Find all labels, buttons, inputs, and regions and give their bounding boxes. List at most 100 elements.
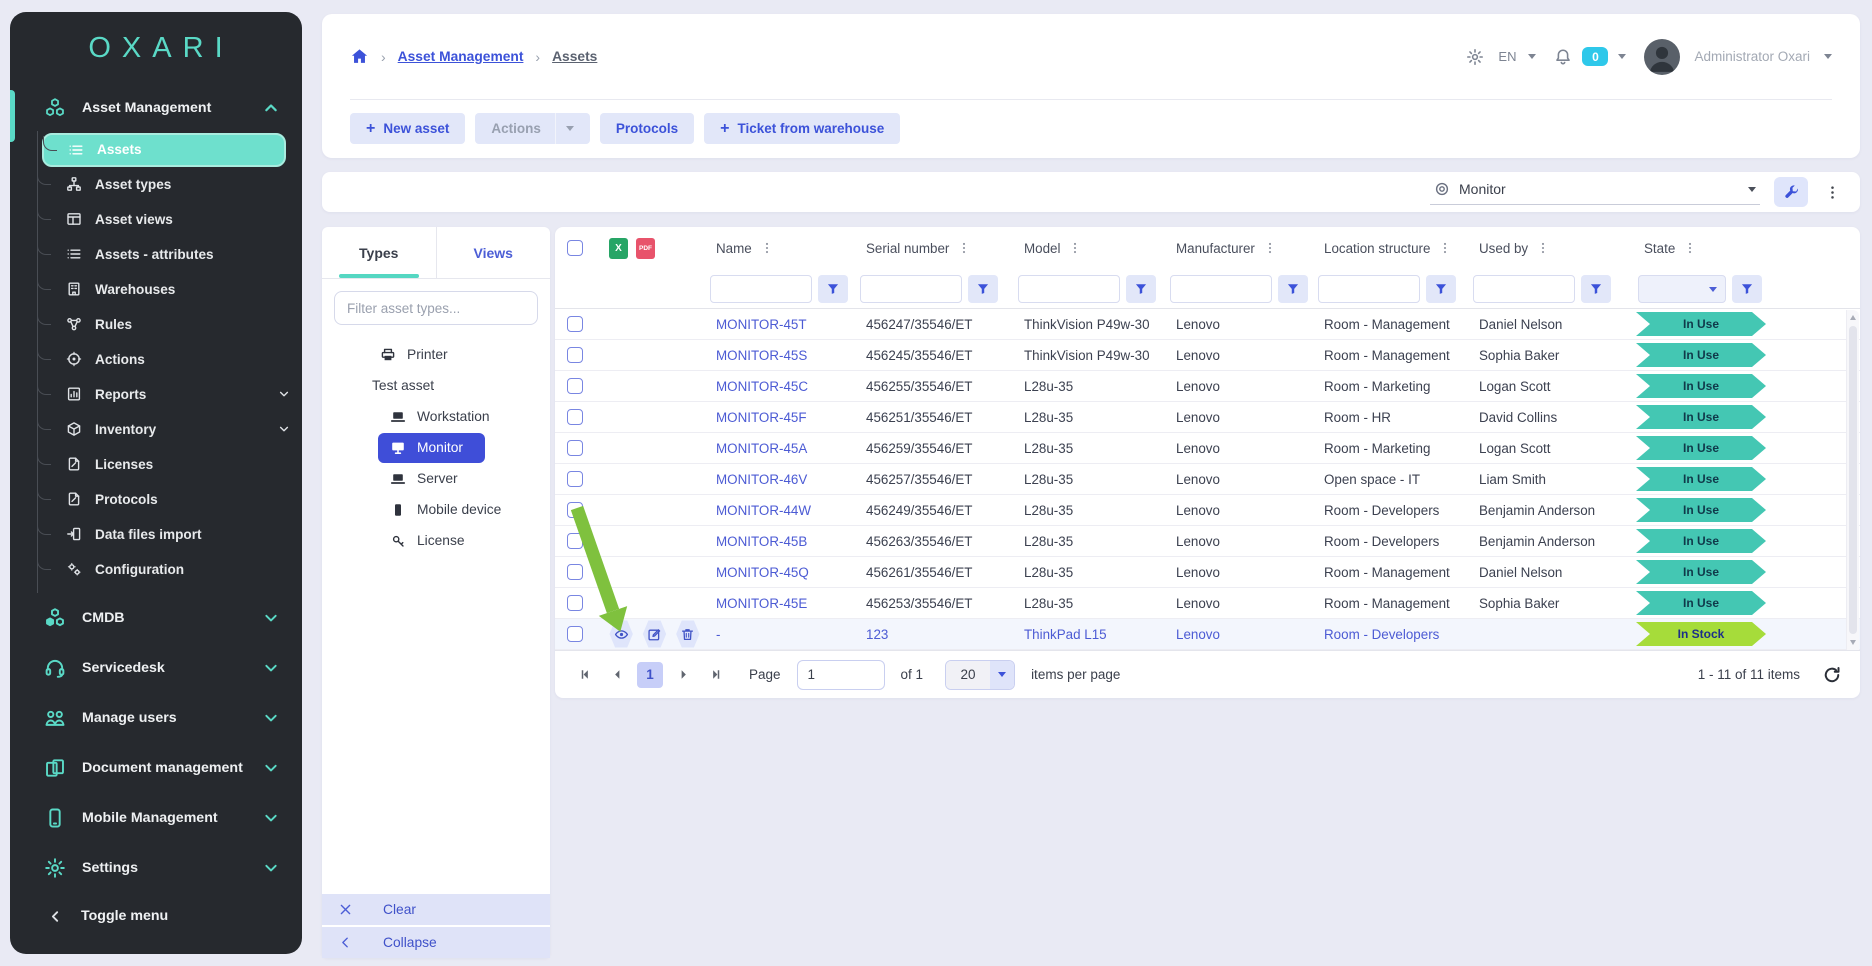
filter-funnel-button[interactable] <box>1126 275 1156 303</box>
items-per-page-select[interactable]: 20 <box>945 660 1015 690</box>
breadcrumb-assets[interactable]: Assets <box>552 49 597 64</box>
row-checkbox[interactable] <box>567 347 583 363</box>
row-checkbox[interactable] <box>567 626 583 642</box>
filter-funnel-button[interactable] <box>1426 275 1456 303</box>
table-row[interactable]: MONITOR-46V456257/35546/ETL28u-35LenovoO… <box>555 464 1860 495</box>
filter-input-manufacturer[interactable] <box>1170 275 1272 303</box>
actions-button[interactable]: Actions <box>475 113 590 144</box>
sidebar-item-reports[interactable]: Reports <box>38 377 292 412</box>
gear-icon[interactable] <box>1466 48 1484 66</box>
sidebar-item-inventory[interactable]: Inventory <box>38 412 292 447</box>
table-row[interactable]: MONITOR-45T456247/35546/ETThinkVision P4… <box>555 309 1860 340</box>
language-selector[interactable]: EN <box>1498 49 1516 64</box>
row-checkbox[interactable] <box>567 564 583 580</box>
sidebar-item-asset-types[interactable]: Asset types <box>38 167 292 202</box>
table-row[interactable]: MONITOR-45A456259/35546/ETL28u-35LenovoR… <box>555 433 1860 464</box>
sidebar-item-asset-views[interactable]: Asset views <box>38 202 292 237</box>
current-page-button[interactable]: 1 <box>637 662 663 688</box>
sidebar-item-warehouses[interactable]: Warehouses <box>38 272 292 307</box>
sidebar-item-configuration[interactable]: Configuration <box>38 552 292 587</box>
tree-item-workstation[interactable]: Workstation <box>322 401 550 432</box>
sidebar-group-asset-management[interactable]: Asset Management <box>10 85 302 130</box>
asset-name-link[interactable]: MONITOR-45E <box>716 596 807 611</box>
vertical-scrollbar[interactable] <box>1846 310 1859 650</box>
tab-types[interactable]: Types <box>322 227 437 278</box>
sidebar-group-mobile-management[interactable]: Mobile Management <box>10 793 302 843</box>
edit-button[interactable] <box>642 620 666 648</box>
filter-input-model[interactable] <box>1018 275 1120 303</box>
filter-funnel-button[interactable] <box>818 275 848 303</box>
notification-badge[interactable]: 0 <box>1582 47 1608 66</box>
sidebar-group-servicedesk[interactable]: Servicedesk <box>10 643 302 693</box>
asset-name-link[interactable]: MONITOR-45B <box>716 534 807 549</box>
clear-button[interactable]: Clear <box>322 892 550 925</box>
asset-type-select[interactable]: Monitor <box>1430 179 1760 205</box>
row-checkbox[interactable] <box>567 378 583 394</box>
last-page-button[interactable] <box>703 663 727 687</box>
table-row[interactable]: MONITOR-45Q456261/35546/ETL28u-35LenovoR… <box>555 557 1860 588</box>
page-number-input[interactable] <box>797 660 885 690</box>
sidebar-item-assets[interactable]: Assets <box>42 133 286 167</box>
table-row[interactable]: MONITOR-45B456263/35546/ETL28u-35LenovoR… <box>555 526 1860 557</box>
tree-item-license[interactable]: License <box>322 525 550 556</box>
row-checkbox[interactable] <box>567 595 583 611</box>
state-filter-dropdown[interactable] <box>1638 275 1726 303</box>
row-checkbox[interactable] <box>567 471 583 487</box>
tab-views[interactable]: Views <box>437 227 551 278</box>
filter-input-location-structure[interactable] <box>1318 275 1420 303</box>
row-checkbox[interactable] <box>567 533 583 549</box>
asset-name-link[interactable]: MONITOR-45F <box>716 410 807 425</box>
sidebar-group-document-management[interactable]: Document management <box>10 743 302 793</box>
avatar[interactable] <box>1644 39 1680 75</box>
protocols-button[interactable]: Protocols <box>600 113 694 144</box>
first-page-button[interactable] <box>573 663 597 687</box>
asset-name-link[interactable]: - <box>716 627 720 642</box>
sidebar-item-assets-attributes[interactable]: Assets - attributes <box>38 237 292 272</box>
new-asset-button[interactable]: +New asset <box>350 113 465 144</box>
view-button[interactable] <box>609 620 633 648</box>
filter-funnel-button[interactable] <box>1581 275 1611 303</box>
filter-input-used-by[interactable] <box>1473 275 1575 303</box>
settings-wrench-button[interactable] <box>1774 177 1808 207</box>
tree-item-monitor[interactable]: Monitor <box>322 432 550 463</box>
filter-funnel-button[interactable] <box>1732 275 1762 303</box>
asset-name-link[interactable]: MONITOR-45T <box>716 317 807 332</box>
chevron-down-icon[interactable] <box>1528 54 1536 59</box>
tree-item-printer[interactable]: Printer <box>322 339 550 370</box>
row-checkbox[interactable] <box>567 502 583 518</box>
table-row[interactable]: MONITOR-45E456253/35546/ETL28u-35LenovoR… <box>555 588 1860 619</box>
asset-name-link[interactable]: MONITOR-45Q <box>716 565 809 580</box>
tree-item-mobile-device[interactable]: Mobile device <box>322 494 550 525</box>
row-checkbox[interactable] <box>567 440 583 456</box>
row-checkbox[interactable] <box>567 316 583 332</box>
delete-button[interactable] <box>676 620 700 648</box>
row-checkbox[interactable] <box>567 409 583 425</box>
sidebar-item-licenses[interactable]: Licenses <box>38 447 292 482</box>
asset-name-link[interactable]: MONITOR-44W <box>716 503 811 518</box>
tree-item-server[interactable]: Server <box>322 463 550 494</box>
excel-export-icon[interactable]: X <box>609 238 628 259</box>
sidebar-group-manage-users[interactable]: Manage users <box>10 693 302 743</box>
sidebar-group-cmdb[interactable]: CMDB <box>10 593 302 643</box>
scroll-up-arrow[interactable] <box>1850 315 1856 320</box>
breadcrumb-asset-management[interactable]: Asset Management <box>398 49 524 64</box>
sidebar-group-settings[interactable]: Settings <box>10 843 302 893</box>
select-all-checkbox[interactable] <box>567 240 583 256</box>
asset-name-link[interactable]: MONITOR-45C <box>716 379 808 394</box>
chevron-down-icon[interactable] <box>1824 54 1832 59</box>
ticket-from-warehouse-button[interactable]: +Ticket from warehouse <box>704 113 900 144</box>
table-row[interactable]: MONITOR-45C456255/35546/ETL28u-35LenovoR… <box>555 371 1860 402</box>
sidebar-item-actions[interactable]: Actions <box>38 342 292 377</box>
pdf-export-icon[interactable]: PDF <box>636 238 655 259</box>
table-row[interactable]: MONITOR-45F456251/35546/ETL28u-35LenovoR… <box>555 402 1860 433</box>
refresh-icon[interactable] <box>1822 665 1842 685</box>
tree-item-test-asset[interactable]: Test asset <box>322 370 550 401</box>
scrollbar-thumb[interactable] <box>1849 326 1857 634</box>
filter-funnel-button[interactable] <box>1278 275 1308 303</box>
toggle-menu-button[interactable]: Toggle menu <box>10 893 302 954</box>
more-options-button[interactable] <box>1822 184 1842 201</box>
asset-name-link[interactable]: MONITOR-45S <box>716 348 807 363</box>
table-row[interactable]: MONITOR-44W456249/35546/ETL28u-35LenovoR… <box>555 495 1860 526</box>
home-icon[interactable] <box>350 47 369 66</box>
filter-input-serial-number[interactable] <box>860 275 962 303</box>
